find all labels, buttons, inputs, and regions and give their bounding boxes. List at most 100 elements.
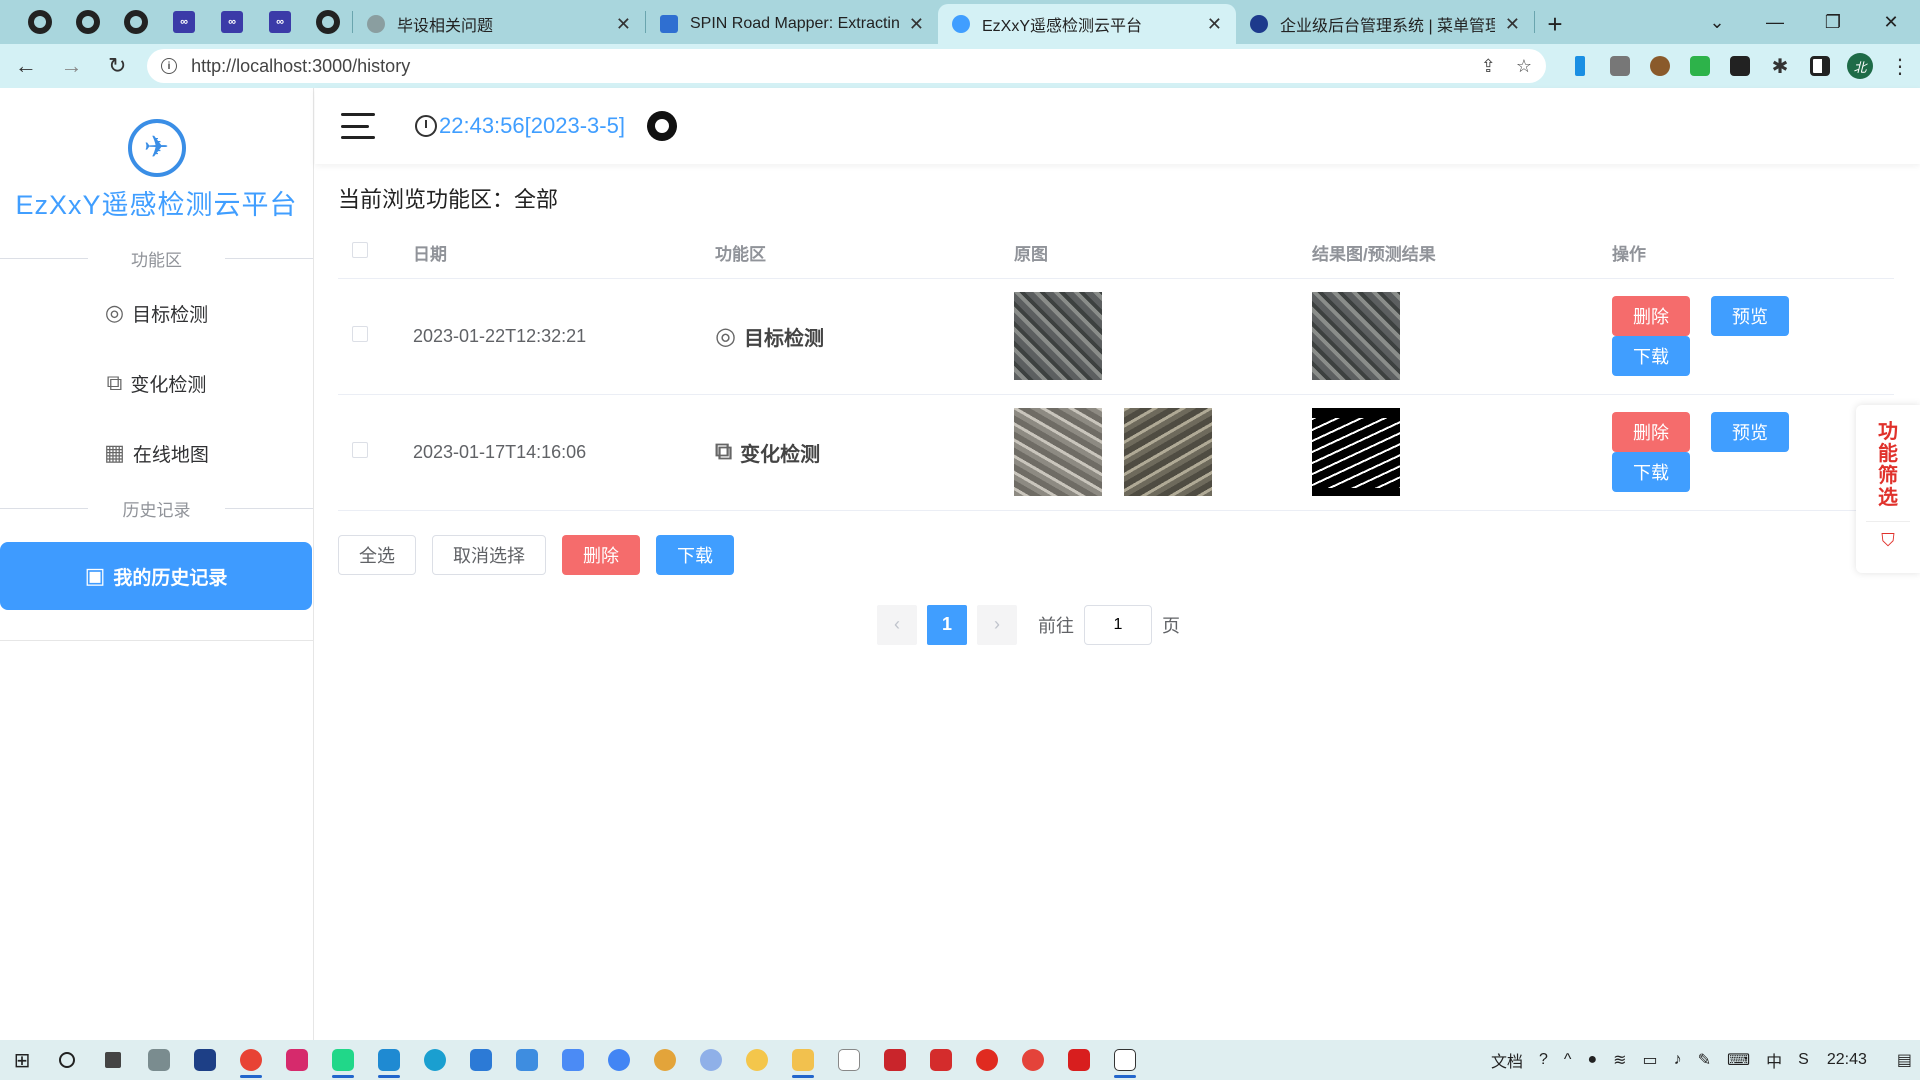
tray-label[interactable]: 文档 [1491,1048,1523,1072]
goto-page-input[interactable] [1084,604,1152,645]
qq-icon[interactable]: ● [1587,1051,1597,1069]
close-icon[interactable]: ✕ [1207,14,1222,35]
pinned-tab-site[interactable]: ∞ [256,0,304,44]
pinned-tab-github[interactable] [112,0,160,44]
url-text[interactable]: http://localhost:3000/history [191,56,1461,77]
extension-icon[interactable] [1640,49,1680,83]
pinned-tab-github[interactable] [304,0,352,44]
row-checkbox[interactable] [352,325,368,342]
next-page-icon[interactable]: › [977,604,1017,645]
close-window-icon[interactable]: ✕ [1862,0,1920,44]
pycharm-icon[interactable] [320,1040,366,1080]
reload-icon[interactable]: ↻ [97,46,137,86]
app-icon[interactable] [136,1040,182,1080]
taskbar-clock[interactable]: 22:43 [1827,1051,1867,1069]
app-icon[interactable] [550,1040,596,1080]
original-image-thumbnail[interactable] [1124,408,1212,496]
volume-icon[interactable]: ♪ [1674,1051,1682,1069]
typora-icon[interactable] [1102,1040,1148,1080]
pinned-tab-github[interactable] [64,0,112,44]
site-info-icon[interactable]: i [161,58,178,74]
result-image-thumbnail[interactable] [1312,292,1400,380]
tab-ezxxy-platform[interactable]: EzXxY遥感检测云平台 ✕ [938,4,1236,44]
sidebar-item-target-detection[interactable]: ◎ 目标检测 [0,278,313,348]
app-icon[interactable] [596,1040,642,1080]
help-icon[interactable]: ? [1539,1051,1548,1069]
app-icon[interactable] [734,1040,780,1080]
notification-icon[interactable]: ▤ [1897,1050,1912,1070]
chevron-up-icon[interactable]: ^ [1564,1051,1572,1069]
extension-icon[interactable] [1680,49,1720,83]
bookmark-star-icon[interactable]: ☆ [1516,56,1532,77]
bulk-download-button[interactable]: 下载 [656,534,734,575]
select-all-checkbox[interactable] [352,242,368,259]
ime-icon[interactable]: 中 [1766,1048,1782,1072]
row-checkbox[interactable] [352,441,368,458]
preview-button[interactable]: 预览 [1711,412,1790,452]
github-icon[interactable] [646,111,677,141]
tab-search-icon[interactable]: ⌄ [1688,0,1746,44]
back-icon[interactable]: ← [6,46,46,86]
app-icon[interactable] [642,1040,688,1080]
file-explorer-icon[interactable] [780,1040,826,1080]
app-icon[interactable] [872,1040,918,1080]
bulk-delete-button[interactable]: 删除 [562,534,640,575]
shield-app-icon[interactable] [182,1040,228,1080]
wifi-icon[interactable]: ≋ [1613,1050,1626,1070]
jetbrains-icon[interactable] [274,1040,320,1080]
extension-icon[interactable] [1560,49,1600,83]
vscode-icon[interactable] [366,1040,412,1080]
extension-icon[interactable] [1720,49,1760,83]
hamburger-menu-icon[interactable] [341,113,375,139]
sogou-icon[interactable]: S [1798,1051,1809,1069]
tab-admin-menu[interactable]: 企业级后台管理系统 | 菜单管理 ✕ [1236,4,1534,44]
address-bar[interactable]: i http://localhost:3000/history ⇪ ☆ [147,49,1547,83]
extension-icon[interactable] [1600,49,1640,83]
share-icon[interactable]: ⇪ [1481,56,1496,77]
close-icon[interactable]: ✕ [616,14,631,35]
app-icon[interactable] [688,1040,734,1080]
app-icon[interactable] [964,1040,1010,1080]
logo[interactable]: ✈ EzXxY遥感检测云平台 [0,88,313,238]
chrome-icon[interactable] [228,1040,274,1080]
sidebar-item-online-map[interactable]: ▦ 在线地图 [0,418,313,488]
prev-page-icon[interactable]: ‹ [877,604,917,645]
extensions-puzzle-icon[interactable]: ✱ [1760,49,1800,83]
result-mask-thumbnail[interactable] [1312,408,1400,496]
app-icon[interactable] [458,1040,504,1080]
profile-avatar[interactable]: 北 [1840,49,1880,83]
search-icon[interactable] [44,1040,90,1080]
keyboard-icon[interactable]: ⌨ [1727,1050,1750,1070]
page-number[interactable]: 1 [927,604,967,645]
preview-button[interactable]: 预览 [1711,296,1790,336]
restore-icon[interactable]: ❐ [1804,0,1862,44]
select-all-button[interactable]: 全选 [338,534,416,575]
edge-icon[interactable] [412,1040,458,1080]
app-icon[interactable] [1010,1040,1056,1080]
delete-button[interactable]: 删除 [1612,412,1690,452]
filter-icon[interactable]: ⛉ [1866,521,1910,551]
pen-icon[interactable]: ✎ [1698,1050,1711,1070]
close-icon[interactable]: ✕ [1505,14,1520,35]
cancel-selection-button[interactable]: 取消选择 [432,534,546,575]
battery-icon[interactable]: ▭ [1643,1050,1658,1070]
notepad-icon[interactable] [826,1040,872,1080]
menu-kebab-icon[interactable]: ⋮ [1880,49,1920,83]
new-tab-button[interactable]: + [1535,4,1575,44]
function-filter-widget[interactable]: 功能筛选 ⛉ [1856,405,1920,573]
pinned-tab-site[interactable]: ∞ [208,0,256,44]
app-icon[interactable] [1056,1040,1102,1080]
tab-spin-road-mapper[interactable]: SPIN Road Mapper: Extracting ✕ [646,4,938,44]
sidepanel-icon[interactable] [1800,49,1840,83]
sidebar-item-my-history[interactable]: ▣ 我的历史记录 [0,542,312,610]
tab-thesis-questions[interactable]: 毕设相关问题 ✕ [353,4,645,44]
original-image-thumbnail[interactable] [1014,408,1102,496]
app-icon[interactable] [504,1040,550,1080]
app-icon[interactable] [918,1040,964,1080]
download-button[interactable]: 下载 [1612,452,1690,492]
download-button[interactable]: 下载 [1612,336,1690,376]
pinned-tab-github[interactable] [16,0,64,44]
windows-start-icon[interactable]: ⊞ [0,1040,44,1080]
pinned-tab-site[interactable]: ∞ [160,0,208,44]
sidebar-item-change-detection[interactable]: ⧉ 变化检测 [0,348,313,418]
